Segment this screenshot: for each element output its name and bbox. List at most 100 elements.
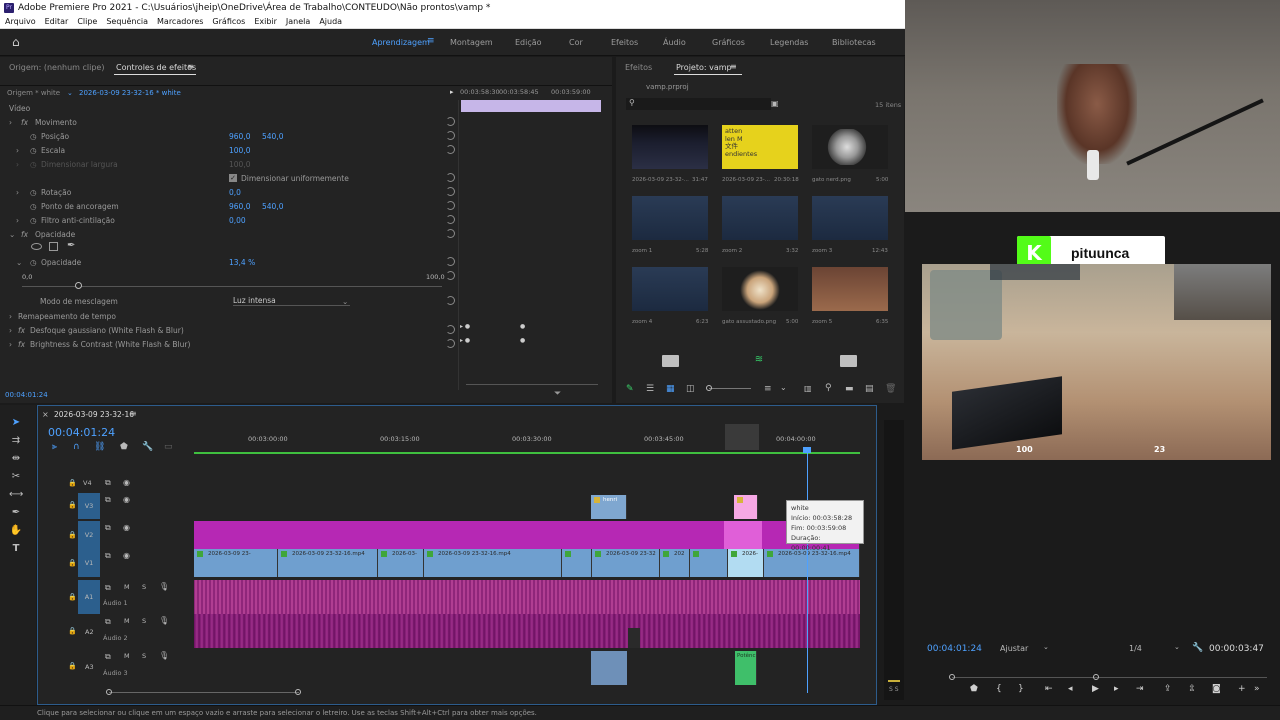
hand-tool-icon[interactable]: ✋	[9, 525, 23, 537]
scrubber-start-knob[interactable]	[949, 674, 955, 680]
play-mini-icon[interactable]: ▸	[450, 88, 454, 96]
a3-green-clip[interactable]: Potênc	[735, 651, 757, 685]
v1-clip[interactable]: 2026-03-09 23-32-16.mp4	[424, 549, 562, 577]
v1-clip[interactable]: 2026-03-09 23-32	[592, 549, 660, 577]
menu-graficos[interactable]: Gráficos	[212, 17, 245, 26]
close-icon[interactable]: ×	[42, 410, 49, 419]
timeline-timecode[interactable]: 00:04:01:24	[48, 426, 115, 439]
sync-lock-icon[interactable]: ⧉	[105, 617, 111, 627]
chevron-down-icon[interactable]: ⌄	[780, 383, 787, 392]
trash-icon[interactable]: 🗑	[885, 384, 896, 394]
microphone-icon[interactable]: 🎙	[159, 651, 169, 660]
sync-lock-icon[interactable]: ⧉	[105, 551, 111, 561]
workspace-montagem[interactable]: Montagem	[450, 38, 493, 47]
project-item-thumb[interactable]	[632, 196, 708, 240]
workspace-audio[interactable]: Áudio	[663, 38, 686, 47]
wrench-icon[interactable]: 🔧	[142, 442, 153, 452]
track-target-v3[interactable]: V3	[78, 493, 100, 519]
project-search-input[interactable]: ⚲	[626, 98, 771, 110]
chevron-down-icon[interactable]: ⌄	[67, 89, 73, 97]
eye-icon[interactable]: ◉	[123, 478, 130, 487]
fit-select[interactable]: Ajustar	[1000, 644, 1028, 653]
opacity-slider[interactable]	[22, 286, 442, 287]
snap-icon[interactable]: ∩	[73, 442, 80, 452]
movement-row[interactable]: › fx Movimento	[0, 115, 460, 129]
reset-icon[interactable]	[446, 215, 455, 224]
pen-tool-icon[interactable]: ✒	[9, 507, 23, 519]
lock-icon[interactable]: 🔒	[68, 559, 77, 567]
chevron-down-icon[interactable]: ⌄	[1174, 643, 1180, 651]
wrench-icon[interactable]: 🔧	[1192, 643, 1203, 653]
step-back-icon[interactable]: ◂	[1068, 684, 1073, 694]
thumb-zoom-knob[interactable]	[706, 385, 712, 391]
menu-clipe[interactable]: Clipe	[77, 17, 97, 26]
white-clip[interactable]	[734, 495, 758, 519]
timeline-zoom-bar[interactable]	[109, 692, 299, 693]
eye-icon[interactable]: ◉	[123, 523, 130, 532]
tab-effects[interactable]: Efeitos	[625, 63, 652, 72]
tab-project[interactable]: Projeto: vamp	[676, 63, 732, 72]
panel-menu-icon[interactable]: ≡	[130, 409, 137, 418]
icon-view-icon[interactable]: ▦	[666, 384, 675, 394]
lock-icon[interactable]: 🔒	[68, 479, 77, 487]
v1-clip[interactable]: 2026-03-09 23-32-16.mp4	[764, 549, 860, 577]
slip-tool-icon[interactable]: ⟷	[9, 489, 23, 501]
program-timecode[interactable]: 00:04:01:24	[927, 644, 982, 654]
solo-button[interactable]: S	[142, 652, 146, 660]
a1-audio-clip[interactable]	[194, 580, 860, 614]
play-icon[interactable]: ▶	[1092, 684, 1099, 694]
extract-icon[interactable]: ⇫	[1188, 684, 1196, 694]
eye-icon[interactable]: ◉	[123, 551, 130, 560]
project-item-thumb[interactable]	[632, 267, 708, 311]
keyframe-nav-icon[interactable]: ▸ ●	[460, 337, 470, 344]
lock-icon[interactable]: 🔒	[68, 662, 77, 670]
reset-icon[interactable]	[446, 296, 455, 305]
a2-audio-clip[interactable]	[194, 614, 860, 648]
nest-icon[interactable]: ⫸	[52, 442, 57, 452]
rectangle-mask-icon[interactable]	[49, 242, 58, 251]
captions-icon[interactable]: ▭	[164, 442, 173, 452]
track-target-v1[interactable]: V1	[78, 549, 100, 577]
playhead-handle[interactable]	[803, 447, 811, 453]
menu-sequencia[interactable]: Sequência	[106, 17, 148, 26]
reset-icon[interactable]	[446, 271, 455, 280]
blend-select[interactable]: Luz intensa	[233, 296, 350, 306]
reset-icon[interactable]	[446, 339, 455, 348]
type-tool-icon[interactable]: T	[9, 543, 23, 555]
menu-ajuda[interactable]: Ajuda	[319, 17, 342, 26]
menu-marcadores[interactable]: Marcadores	[157, 17, 203, 26]
lock-icon[interactable]: 🔒	[68, 627, 77, 635]
reset-icon[interactable]	[446, 145, 455, 154]
time-remap-row[interactable]: › Remapeamento de tempo	[0, 309, 460, 323]
add-marker-icon[interactable]: ⬟	[120, 442, 128, 452]
panel-menu-icon[interactable]: ≡	[730, 62, 737, 71]
v1-clip[interactable]: 2026-03-09 23-32-16.mp4	[278, 549, 378, 577]
keyframe-nav-icon[interactable]: ▸ ●	[460, 323, 470, 330]
solo-meter-label[interactable]: S S	[889, 686, 899, 693]
reset-icon[interactable]	[446, 131, 455, 140]
brightness-row[interactable]: › fx Brightness & Contrast (White Flash & …	[0, 337, 460, 351]
v1-clip[interactable]	[562, 549, 592, 577]
project-item-thumb[interactable]	[722, 196, 798, 240]
scrubber-end-knob[interactable]	[1093, 674, 1099, 680]
reset-icon[interactable]	[446, 117, 455, 126]
tab-source[interactable]: Origem: (nenhum clipe)	[9, 63, 104, 72]
menu-editar[interactable]: Editar	[45, 17, 69, 26]
timeline-tracks[interactable]: henri 2026-03-09 23- 2026-03-09 23-32-16…	[194, 447, 864, 695]
freeform-view-icon[interactable]: ◫	[686, 384, 695, 394]
project-item-thumb[interactable]	[722, 267, 798, 311]
list-view-icon[interactable]: ☰	[646, 384, 654, 394]
new-bin-icon[interactable]: ▣	[771, 99, 779, 108]
linked-selection-icon[interactable]: ⛓	[94, 442, 105, 452]
workspace-aprendizagem[interactable]: Aprendizagem	[372, 38, 430, 47]
panel-menu-icon[interactable]: ≡	[187, 62, 194, 71]
lift-icon[interactable]: ⇪	[1164, 684, 1172, 694]
v1-clip[interactable]	[690, 549, 728, 577]
position-x-value[interactable]: 960,0	[229, 132, 262, 141]
v1-clip-selected[interactable]: 2026-	[728, 549, 764, 577]
project-item-thumb[interactable]	[812, 196, 888, 240]
mark-in-icon[interactable]: {	[996, 684, 1002, 694]
solo-button[interactable]: S	[142, 617, 146, 625]
v1-clip[interactable]: 202	[660, 549, 690, 577]
workspace-legendas[interactable]: Legendas	[770, 38, 808, 47]
